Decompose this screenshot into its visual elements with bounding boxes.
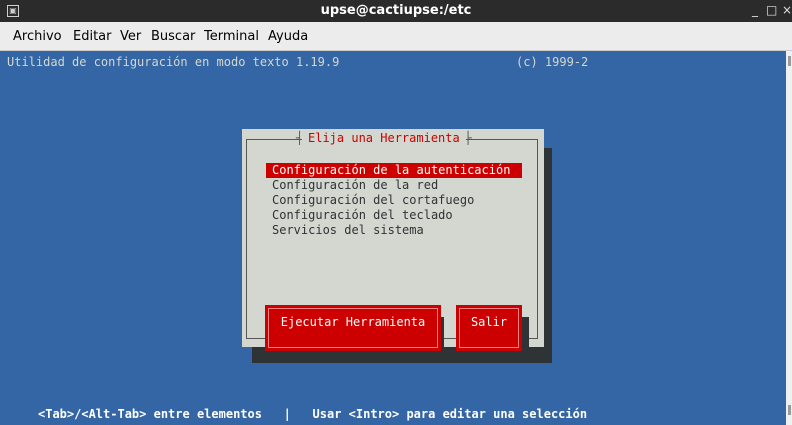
menu-terminal[interactable]: Terminal — [204, 29, 259, 44]
quit-button[interactable]: Salir — [456, 305, 522, 351]
utility-header: Utilidad de configuración en modo texto … — [7, 55, 340, 69]
run-tool-button[interactable]: Ejecutar Herramienta — [265, 305, 441, 351]
list-item-network[interactable]: Configuración de la red — [266, 178, 522, 193]
window-titlebar: ▣ upse@cactiupse:/etc _ □ × — [0, 0, 792, 22]
terminal-screen[interactable]: Utilidad de configuración en modo texto … — [0, 51, 786, 425]
list-item-services[interactable]: Servicios del sistema — [266, 223, 522, 238]
minimize-icon[interactable]: _ — [752, 3, 758, 17]
menu-ver[interactable]: Ver — [120, 29, 141, 44]
close-icon[interactable]: × — [782, 3, 792, 17]
menu-ayuda[interactable]: Ayuda — [268, 29, 308, 44]
dialog-title: Elija una Herramienta — [296, 131, 471, 145]
menu-archivo[interactable]: Archivo — [13, 29, 62, 44]
list-item-keyboard[interactable]: Configuración del teclado — [266, 208, 522, 223]
list-item-auth[interactable]: Configuración de la autenticación — [266, 163, 522, 178]
help-footer: <Tab>/<Alt-Tab> entre elementos | Usar <… — [38, 407, 588, 421]
maximize-icon[interactable]: □ — [766, 3, 777, 17]
list-item-firewall[interactable]: Configuración del cortafuego — [266, 193, 522, 208]
tool-dialog: Elija una Herramienta Configuración de l… — [242, 129, 544, 363]
menu-buscar[interactable]: Buscar — [151, 29, 195, 44]
quit-label: Salir — [459, 308, 519, 348]
scrollbar[interactable] — [786, 51, 792, 425]
menu-editar[interactable]: Editar — [73, 29, 112, 44]
copyright-text: (c) 1999-2 — [516, 55, 589, 69]
window-title: upse@cactiupse:/etc — [320, 3, 472, 18]
tool-list: Configuración de la autenticación Config… — [266, 163, 522, 238]
scrollbar-bottom-mark — [788, 405, 791, 415]
run-tool-label: Ejecutar Herramienta — [268, 308, 438, 348]
menu-bar: Archivo Editar Ver Buscar Terminal Ayuda — [0, 22, 792, 51]
scrollbar-top-mark — [788, 56, 791, 66]
